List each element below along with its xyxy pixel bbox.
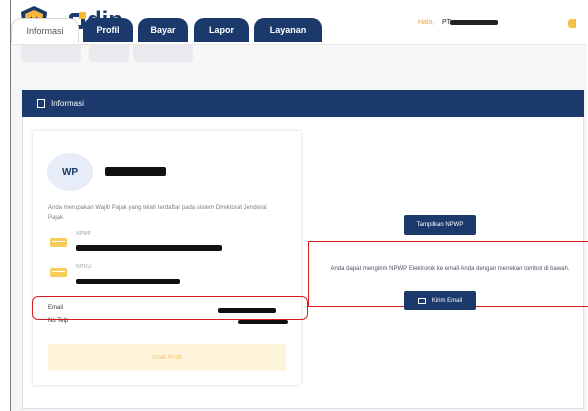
section-header: Informasi (22, 90, 584, 117)
nitku-label: NITKU (76, 264, 91, 270)
greeting-text: Halo, (418, 19, 435, 26)
redacted-taxpayer-name (105, 167, 166, 176)
redacted-company-name (450, 20, 498, 25)
tab-decoration (21, 45, 81, 62)
change-profile-button[interactable]: Ubah Profil (48, 344, 286, 371)
email-highlight-box (32, 296, 308, 320)
avatar: WP (47, 153, 93, 191)
envelope-icon (417, 297, 426, 304)
tab-layanan[interactable]: Layanan (254, 18, 322, 42)
redacted-phone-value (238, 320, 288, 324)
document-icon (37, 99, 45, 108)
nitku-card-icon (50, 268, 67, 277)
tab-lapor[interactable]: Lapor (194, 18, 249, 42)
tab-decoration (89, 45, 129, 62)
redacted-npwp-value (76, 245, 222, 251)
send-email-button-label: Kirim Email (431, 297, 463, 304)
user-menu-icon[interactable] (568, 19, 576, 28)
section-title: Informasi (51, 99, 84, 108)
redacted-nitku-value (76, 279, 180, 284)
tab-informasi[interactable]: Informasi (11, 18, 79, 43)
send-email-description: Anda dapat mengirim NPWP Elektronik ke e… (330, 266, 570, 272)
tab-strip (11, 45, 587, 88)
show-npwp-button[interactable]: Tampilkan NPWP (404, 215, 476, 235)
tab-profil[interactable]: Profil (83, 18, 133, 42)
tab-decoration (133, 45, 193, 62)
tab-bayar[interactable]: Bayar (138, 18, 188, 42)
npwp-card-icon (50, 238, 67, 247)
avatar-initials: WP (61, 166, 79, 178)
profile-intro-text: Anda merupakan Wajib Pajak yang telah te… (48, 205, 267, 221)
npwp-label: NPWP (76, 231, 91, 237)
send-email-button[interactable]: Kirim Email (404, 291, 476, 310)
